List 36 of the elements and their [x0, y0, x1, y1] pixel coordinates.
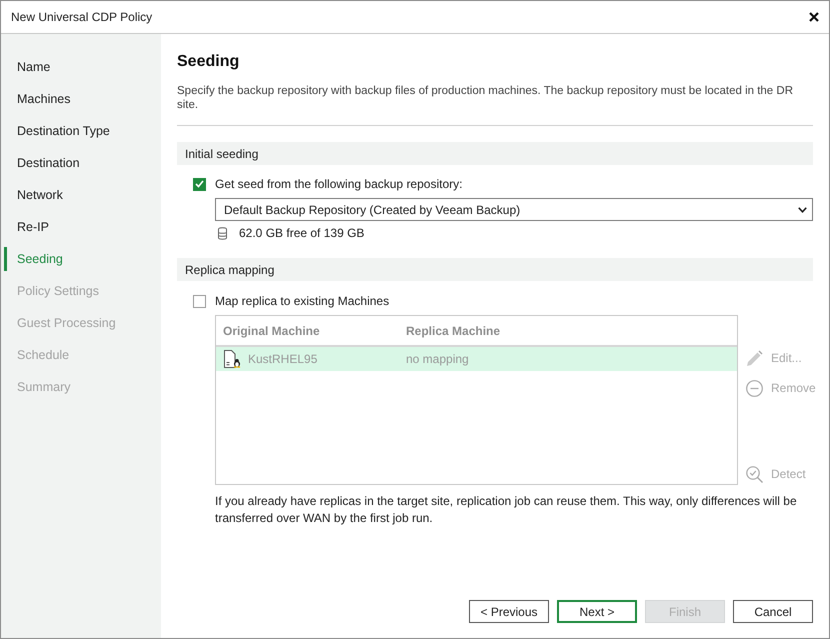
checkbox[interactable] [193, 294, 206, 308]
sidebar-item[interactable]: Destination [4, 151, 161, 175]
sidebar-item[interactable]: Seeding [4, 247, 161, 271]
sidebar-item[interactable]: Network [4, 183, 161, 207]
sidebar-item[interactable]: Re-IP [4, 215, 161, 239]
minus-circle-icon [746, 380, 763, 396]
replica-machine-name: no mapping [406, 352, 469, 366]
checkmark-icon [195, 180, 204, 188]
database-icon [218, 226, 227, 240]
page-title: Seeding [177, 52, 240, 72]
original-machine-name: KustRHEL95 [248, 352, 318, 366]
wizard-button[interactable]: Cancel [733, 600, 813, 623]
footnote-text: If you already have replicas in the target site, replication job can reuse them. This way, only differences will be transferred over WAN by the first job run. [215, 493, 798, 527]
checkbox-label: Map replica to existing Machines [215, 294, 390, 308]
checkbox[interactable] [193, 178, 206, 190]
capacity-text: 62.0 GB free of 139 GB [239, 226, 364, 240]
close-button[interactable] [809, 12, 819, 22]
page-description: Specify the backup repository with backup files of production machines. The backup repository must be located in the DR site. [177, 84, 794, 112]
sidebar-item[interactable]: Destination Type [4, 119, 161, 143]
section-header: Initial seeding [177, 142, 813, 165]
sidebar-item[interactable]: Machines [4, 87, 161, 111]
close-icon [809, 12, 819, 22]
magnifier-check-icon [746, 466, 763, 482]
repository-dropdown[interactable]: Default Backup Repository (Created by Veeam Backup) [215, 198, 813, 221]
section-header: Replica mapping [177, 258, 813, 281]
column-header[interactable]: Replica Machine [406, 324, 500, 338]
wizard-button[interactable]: < Previous [469, 600, 549, 623]
window-title: New Universal CDP Policy [11, 10, 152, 24]
sidebar-item[interactable]: Name [4, 55, 161, 79]
checkbox-label: Get seed from the following backup repository: [215, 177, 462, 191]
document-penguin-icon [223, 350, 241, 368]
caret-icon [798, 206, 807, 212]
column-header[interactable]: Original Machine [216, 324, 406, 338]
table-row[interactable]: KustRHEL95 no mapping [216, 347, 737, 371]
wizard-button[interactable]: Next > [557, 600, 637, 623]
pencil-icon [746, 350, 763, 366]
